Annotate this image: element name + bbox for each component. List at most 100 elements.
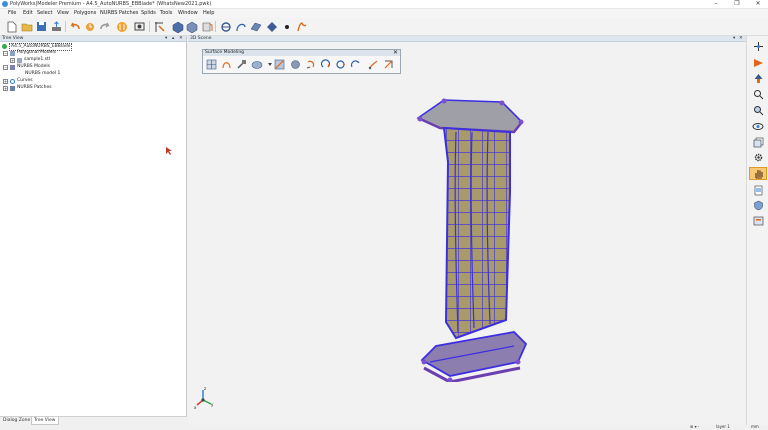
mesh-icon <box>17 58 22 63</box>
surface-icon[interactable] <box>265 20 278 33</box>
app-icon <box>2 1 8 7</box>
undo-icon[interactable] <box>68 20 81 33</box>
revolve-icon[interactable] <box>304 58 317 71</box>
toolbar-separator <box>215 21 216 32</box>
status-indicator[interactable]: ⊞ ▾ · <box>690 424 699 429</box>
toolbar-separator <box>149 21 150 32</box>
redo-icon[interactable] <box>98 20 111 33</box>
tree-item-nurbs-model-1[interactable]: NURBS model 1 <box>25 71 60 77</box>
arc-icon[interactable] <box>349 58 362 71</box>
axis-x-label: x <box>194 405 197 410</box>
trim-icon[interactable] <box>382 58 395 71</box>
curves-icon <box>10 79 15 84</box>
pick-icon[interactable] <box>153 20 166 33</box>
expand-toggle[interactable]: − <box>3 65 8 70</box>
zoom-fit-icon[interactable] <box>751 104 765 117</box>
curve-network-icon[interactable] <box>220 58 233 71</box>
tree-item-curves[interactable]: Curves <box>17 78 33 84</box>
tree-item-polygonal-models[interactable]: Polygonal Models <box>17 50 56 56</box>
point-icon[interactable] <box>280 20 293 33</box>
menu-polygons[interactable]: Polygons <box>74 10 96 16</box>
open-folder-icon[interactable] <box>20 20 33 33</box>
menu-tools[interactable]: Tools <box>160 10 172 16</box>
feature-icon[interactable] <box>295 20 308 33</box>
curve-icon[interactable] <box>234 20 247 33</box>
view-cube-icon[interactable] <box>171 20 184 33</box>
undo-history-icon[interactable] <box>83 20 96 33</box>
status-layer[interactable]: layer 1 <box>716 424 730 429</box>
panel-close-icon[interactable]: ✕ <box>179 36 183 41</box>
panel-menu-icon[interactable]: ▾ <box>165 36 167 41</box>
navigation-icon[interactable] <box>751 40 765 53</box>
expand-toggle[interactable]: − <box>3 51 8 56</box>
menu-window[interactable]: Window <box>178 10 198 16</box>
menu-help[interactable]: Help <box>203 10 214 16</box>
hand-pan-icon[interactable] <box>749 167 767 180</box>
scene-header: 3D Scene ▾ ✕ <box>188 36 746 42</box>
view-iso-icon[interactable] <box>185 20 198 33</box>
menu-edit[interactable]: Edit <box>23 10 33 16</box>
expand-toggle[interactable]: + <box>3 79 8 84</box>
menu-splids[interactable]: Splids <box>141 10 156 16</box>
status-bar: ⊞ ▾ · layer 1 mm <box>188 424 768 430</box>
tab-tree-view[interactable]: Tree View <box>31 417 59 425</box>
panel-pin-icon[interactable]: ▴ <box>172 36 174 41</box>
expand-toggle[interactable]: + <box>3 86 8 91</box>
tree-item-nurbs-patches[interactable]: NURBS Patches <box>17 85 52 91</box>
visibility-eye-icon[interactable] <box>751 120 765 133</box>
axis-y-label: y <box>211 402 214 407</box>
tree-item-nurbs-models[interactable]: NURBS Models <box>17 64 50 70</box>
3d-scene-viewport[interactable]: 3D Scene ▾ ✕ z y x <box>188 36 746 425</box>
minimize-button[interactable]: – <box>706 0 726 9</box>
menu-file[interactable]: File <box>8 10 16 16</box>
shield-check-icon[interactable] <box>751 199 765 212</box>
toolbar-separator <box>65 21 66 32</box>
menu-nurbs-patches[interactable]: NURBS Patches <box>100 10 138 16</box>
new-file-icon[interactable] <box>5 20 18 33</box>
menu-select[interactable]: Select <box>37 10 52 16</box>
tree-item-sample1[interactable]: sample1.stl <box>24 57 50 63</box>
palette-close-icon[interactable]: ✕ <box>393 49 398 56</box>
patch-layout-icon[interactable] <box>205 58 218 71</box>
perspective-icon[interactable] <box>751 56 765 69</box>
scene-close-icon[interactable]: ✕ <box>739 36 743 41</box>
tab-dialog-zone[interactable]: Dialog Zone <box>1 417 32 425</box>
document-icon[interactable] <box>751 184 765 197</box>
menu-view[interactable]: View <box>57 10 69 16</box>
align-icon[interactable] <box>219 20 232 33</box>
rotate-icon[interactable] <box>319 58 332 71</box>
title-bar: PolyWorks|Modeler Premium - A4.5_AutoNUR… <box>0 0 768 9</box>
stitch-icon[interactable] <box>367 58 380 71</box>
report-icon[interactable] <box>751 214 765 227</box>
expand-toggle[interactable]: + <box>10 58 15 63</box>
scene-menu-icon[interactable]: ▾ <box>733 36 735 41</box>
window-title: PolyWorks|Modeler Premium - A4.5_AutoNUR… <box>10 1 212 7</box>
turbine-blade-model[interactable] <box>410 92 530 382</box>
surface-modeling-title: Surface Modeling <box>205 50 245 55</box>
status-units[interactable]: mm <box>751 424 759 429</box>
bottom-tabs: Dialog Zone Tree View <box>0 416 187 425</box>
layers-icon[interactable] <box>751 136 765 149</box>
snapshot-icon[interactable] <box>133 20 146 33</box>
view-up-icon[interactable] <box>751 72 765 85</box>
loop-icon[interactable] <box>334 58 347 71</box>
export-icon[interactable] <box>50 20 63 33</box>
save-icon[interactable] <box>35 20 48 33</box>
measure-icon[interactable] <box>115 20 128 33</box>
zoom-icon[interactable] <box>751 88 765 101</box>
cloud-icon[interactable] <box>250 58 263 71</box>
fit-surface-icon[interactable] <box>273 58 286 71</box>
tree-view-title: Tree View <box>2 36 24 41</box>
section-icon[interactable] <box>200 20 213 33</box>
surface-modeling-palette: Surface Modeling ✕ <box>202 49 401 74</box>
plane-icon[interactable] <box>249 20 262 33</box>
mouse-cursor-icon <box>166 147 172 155</box>
axis-z-label: z <box>204 386 207 391</box>
close-button[interactable]: ✕ <box>748 0 768 9</box>
brush-tool-icon[interactable] <box>235 58 248 71</box>
maximize-button[interactable]: ❐ <box>727 0 747 9</box>
settings-gear-icon[interactable] <box>751 151 765 164</box>
right-toolbar <box>746 36 768 425</box>
sphere-icon[interactable] <box>289 58 302 71</box>
main-toolbar <box>0 18 768 36</box>
